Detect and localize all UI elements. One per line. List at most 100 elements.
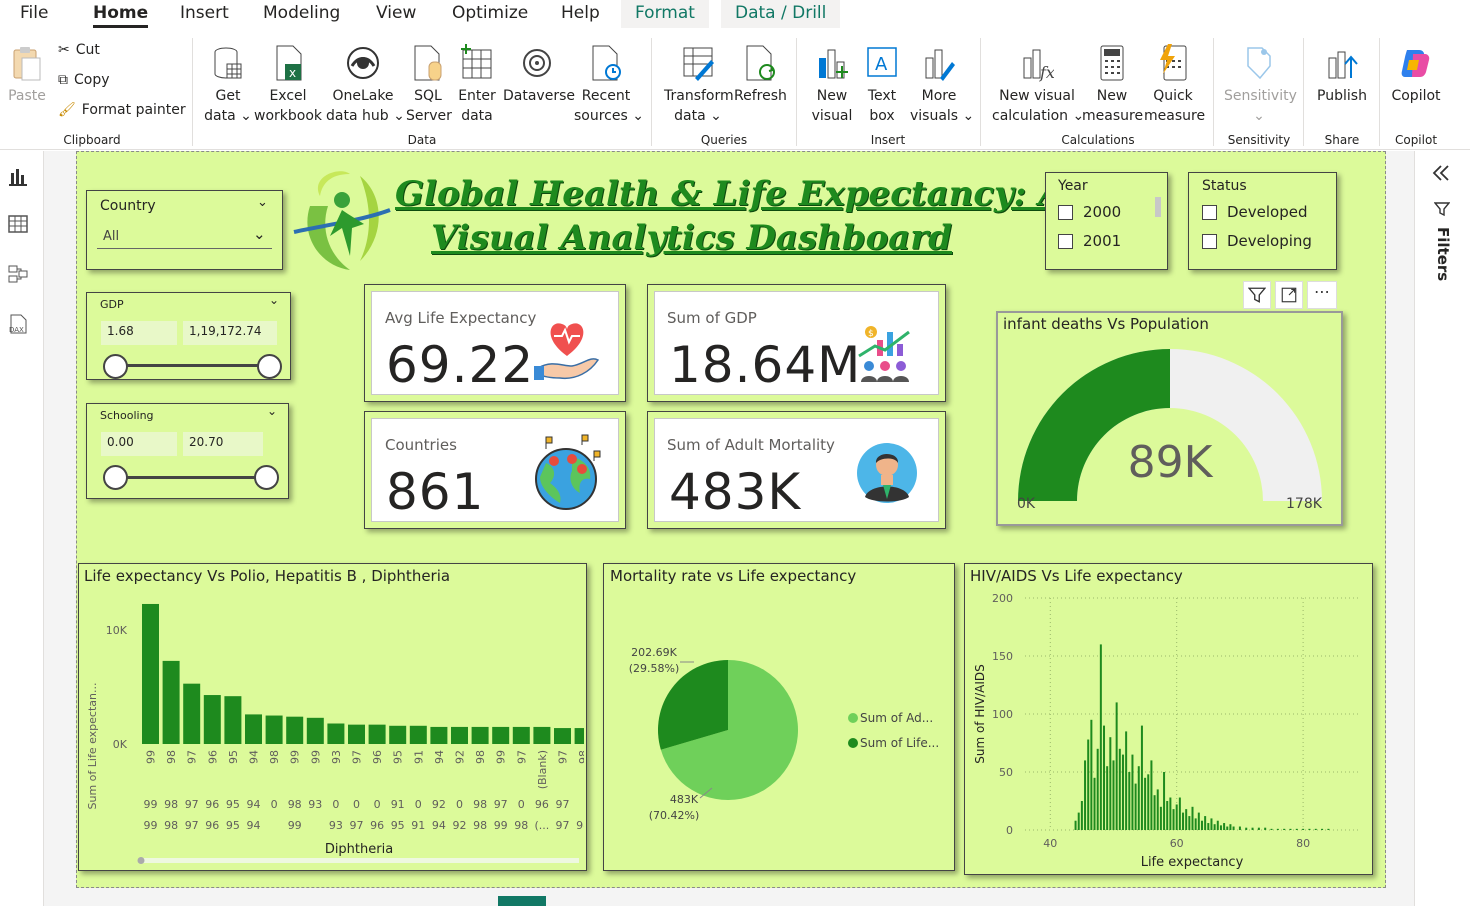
menu-insert[interactable]: Insert: [180, 0, 229, 28]
hiv-bar-mark: [1204, 816, 1207, 830]
hiv-bar-mark: [1283, 828, 1286, 830]
status-option-developed[interactable]: Developed: [1202, 203, 1308, 221]
transform-data-button[interactable]: Transform data ⌄: [664, 44, 734, 126]
schooling-min-input[interactable]: 0.00: [101, 432, 177, 456]
clipboard-group-label: Clipboard: [63, 133, 121, 147]
gauge-visual[interactable]: infant deaths Vs Population 89K 0K 178K: [996, 311, 1343, 526]
menu-modeling[interactable]: Modeling: [263, 0, 340, 28]
checkbox[interactable]: [1058, 204, 1073, 220]
menu-data-drill[interactable]: Data / Drill: [721, 0, 841, 28]
bar-x-group-label: 94: [432, 819, 446, 832]
hiv-bar-mark: [1150, 760, 1153, 830]
publish-label: Publish: [1317, 88, 1367, 104]
model-view-icon[interactable]: [7, 263, 29, 285]
bar-mark: [471, 726, 489, 744]
status-option-developing[interactable]: Developing: [1202, 232, 1312, 250]
menu-view[interactable]: View: [376, 0, 416, 28]
publish-button[interactable]: Publish: [1314, 44, 1370, 106]
cut-button[interactable]: ✂ Cut: [58, 42, 100, 58]
filter-icon[interactable]: [1243, 281, 1271, 309]
more-visuals-button[interactable]: More visuals ⌄: [910, 44, 974, 126]
chevron-down-icon[interactable]: ⌄: [257, 195, 268, 210]
more-options-icon[interactable]: ⋯: [1307, 281, 1337, 309]
sql-server-button[interactable]: SQL Server: [406, 44, 452, 126]
mortality-pie-visual[interactable]: Mortality rate vs Life expectancy 202.69…: [603, 563, 955, 871]
copy-button[interactable]: ⧉ Copy: [58, 72, 110, 88]
year-option-2001[interactable]: 2001: [1058, 232, 1121, 250]
gdp-slider-max-handle[interactable]: [257, 354, 282, 379]
kpi-label: Sum of Adult Mortality: [667, 436, 835, 454]
menu-help[interactable]: Help: [561, 0, 600, 28]
hiv-bar-mark: [1147, 774, 1150, 830]
sensitivity-button[interactable]: Sensitivity ⌄: [1224, 44, 1297, 126]
hiv-bar-mark: [1153, 795, 1156, 830]
refresh-button[interactable]: Refresh: [734, 44, 787, 106]
checkbox[interactable]: [1202, 204, 1217, 220]
bar-x-group-label: 93: [329, 819, 343, 832]
copilot-button[interactable]: Copilot: [1388, 44, 1444, 106]
year-scrollbar[interactable]: [1155, 197, 1161, 217]
quick-measure-button[interactable]: Quick measure: [1144, 44, 1205, 126]
focus-mode-icon[interactable]: [1275, 281, 1303, 309]
recent-sources-button[interactable]: Recent sources ⌄: [574, 44, 644, 126]
schooling-max-input[interactable]: 20.70: [183, 432, 263, 456]
menu-format[interactable]: Format: [621, 0, 709, 28]
text-box-button[interactable]: A Text box: [860, 44, 904, 126]
checkbox[interactable]: [1058, 233, 1073, 249]
hiv-y-tick-label: 150: [992, 650, 1013, 663]
gdp-slider-min-handle[interactable]: [103, 354, 128, 379]
separator: [980, 38, 981, 146]
get-data-button[interactable]: Get data ⌄: [204, 44, 252, 126]
person-avatar-icon: [857, 443, 917, 503]
format-painter-button[interactable]: 🖌 Format painter: [58, 102, 186, 118]
year-option-2000[interactable]: 2000: [1058, 203, 1121, 221]
onelake-button[interactable]: OneLake data hub ⌄: [326, 44, 405, 126]
year-option-label: 2001: [1083, 232, 1122, 250]
bar-mark: [183, 683, 201, 744]
menu-home[interactable]: Home: [93, 0, 149, 28]
hiv-bar-mark: [1106, 766, 1109, 830]
menu-file[interactable]: File: [20, 0, 48, 28]
bar-x-group-label: 94: [247, 798, 261, 811]
refresh-icon: [746, 45, 775, 81]
schooling-slider-min-handle[interactable]: [103, 465, 128, 490]
schooling-slider-max-handle[interactable]: [254, 465, 279, 490]
country-dropdown[interactable]: All ⌄: [97, 225, 272, 249]
excel-workbook-button[interactable]: x Excel workbook: [254, 44, 322, 126]
new-visual-calculation-button[interactable]: fx New visual calculation ⌄: [992, 44, 1084, 126]
gauge-value: 89K: [1127, 437, 1213, 488]
new-visual-button[interactable]: New visual: [810, 44, 854, 126]
hiv-bar-mark: [1327, 828, 1330, 830]
refresh-label: Refresh: [734, 88, 787, 104]
hiv-aids-visual[interactable]: HIV/AIDS Vs Life expectancy Sum of HIV/A…: [964, 563, 1373, 875]
enter-data-button[interactable]: Enter data: [456, 44, 498, 126]
active-page-tab[interactable]: [498, 896, 546, 906]
more-visuals-icon: [925, 49, 955, 81]
report-view-icon[interactable]: [7, 165, 29, 187]
table-view-icon[interactable]: [7, 213, 29, 235]
hiv-y-tick-label: 0: [1006, 824, 1013, 837]
chevron-down-icon[interactable]: ⌄: [267, 404, 277, 418]
dax-query-view-icon[interactable]: DAX: [7, 313, 29, 335]
hiv-bar-mark: [1197, 812, 1200, 830]
kpi-value: 861: [386, 463, 485, 521]
menu-optimize[interactable]: Optimize: [452, 0, 528, 28]
separator: [1213, 38, 1214, 146]
bar-y-tick-label: 10K: [106, 624, 128, 637]
gdp-min-input[interactable]: 1.68: [101, 321, 177, 345]
new-measure-button[interactable]: New measure: [1082, 44, 1143, 126]
chevron-down-icon[interactable]: ⌄: [269, 293, 279, 307]
bar-x-group-label: 0: [332, 798, 339, 811]
hiv-bar-mark: [1216, 820, 1219, 830]
paste-button[interactable]: Paste: [8, 44, 46, 106]
polio-diphtheria-bar-visual[interactable]: Life expectancy Vs Polio, Hepatitis B , …: [78, 563, 587, 871]
bar-x-tick-label: 97: [351, 750, 364, 764]
gauge-min-label: 0K: [1017, 496, 1036, 512]
gdp-max-input[interactable]: 1,19,172.74: [183, 321, 277, 345]
expand-chevrons-icon[interactable]: [1431, 163, 1451, 183]
filters-pane-collapsed[interactable]: Filters: [1414, 151, 1470, 906]
new-visual-label-2: visual: [811, 108, 853, 124]
checkbox[interactable]: [1202, 233, 1217, 249]
dataverse-button[interactable]: Dataverse: [503, 44, 575, 106]
legend-marker: [848, 713, 858, 723]
